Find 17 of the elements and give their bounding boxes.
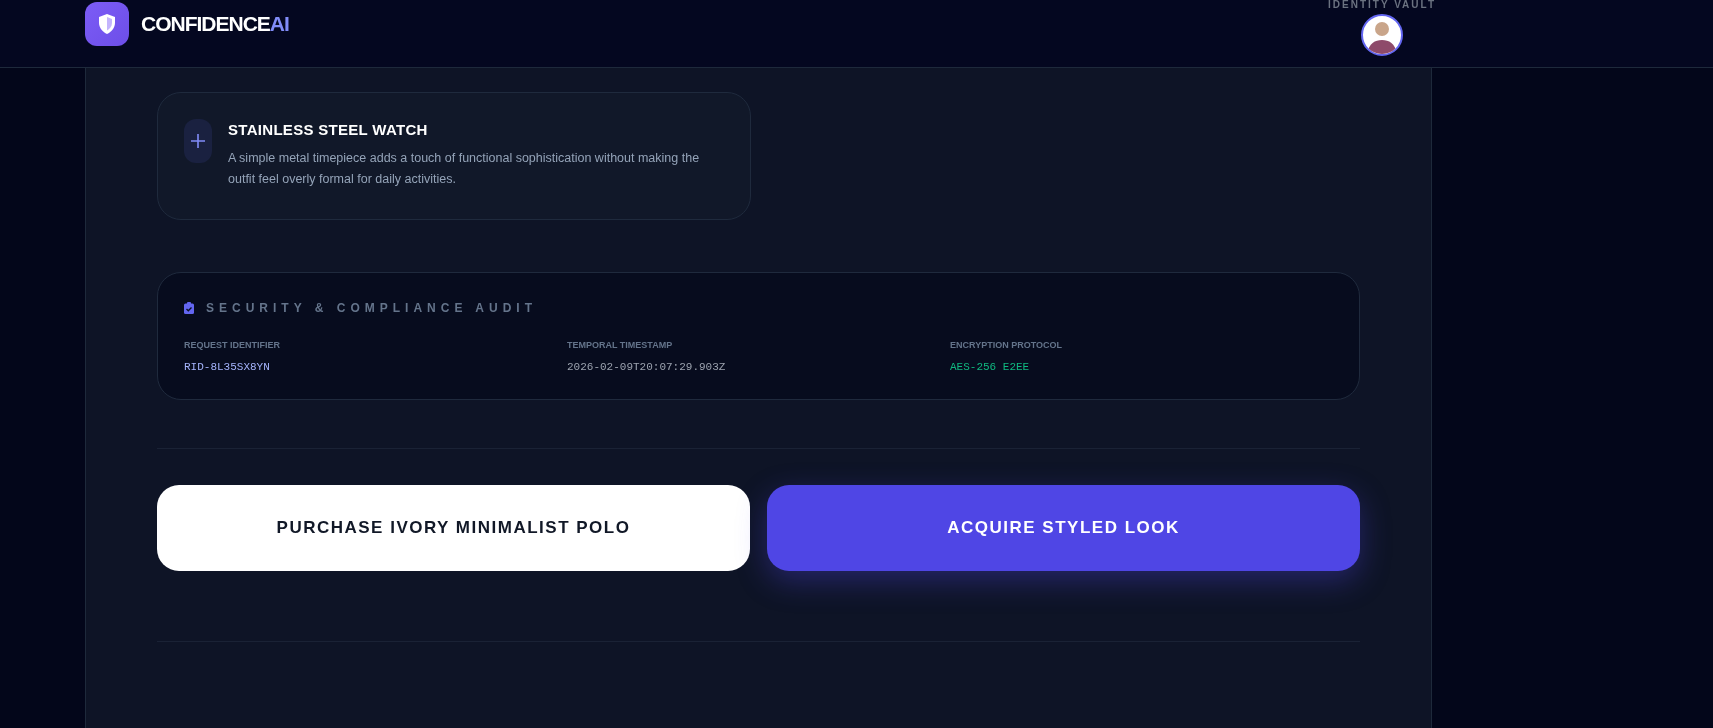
item-title: STAINLESS STEEL WATCH <box>228 120 429 140</box>
field-label: ENCRYPTION PROTOCOL <box>950 339 1063 352</box>
item-description: A simple metal timepiece adds a touch of functional sophistication without making the outfit feel overly formal for daily activities. <box>228 149 701 188</box>
field-value: 2026-02-09T20:07:29.903Z <box>567 359 727 375</box>
plus-icon <box>184 119 212 163</box>
shield-logo-icon <box>85 2 129 46</box>
vault-label: IDENTITY VAULT <box>1328 0 1436 10</box>
purchase-button[interactable]: PURCHASE IVORY MINIMALIST POLO <box>157 485 750 571</box>
audit-title: SECURITY & COMPLIANCE AUDIT <box>206 300 537 317</box>
field-value: AES-256 E2EE <box>950 359 1031 375</box>
clipboard-check-icon <box>184 302 194 314</box>
field-label: REQUEST IDENTIFIER <box>184 339 281 352</box>
acquire-button[interactable]: ACQUIRE STYLED LOOK <box>767 485 1360 571</box>
brand-name: CONFIDENCEAI <box>141 11 289 38</box>
avatar[interactable] <box>1361 14 1403 56</box>
field-label: TEMPORAL TIMESTAMP <box>567 339 674 352</box>
field-value: RID-8L35SX8YN <box>184 359 271 375</box>
